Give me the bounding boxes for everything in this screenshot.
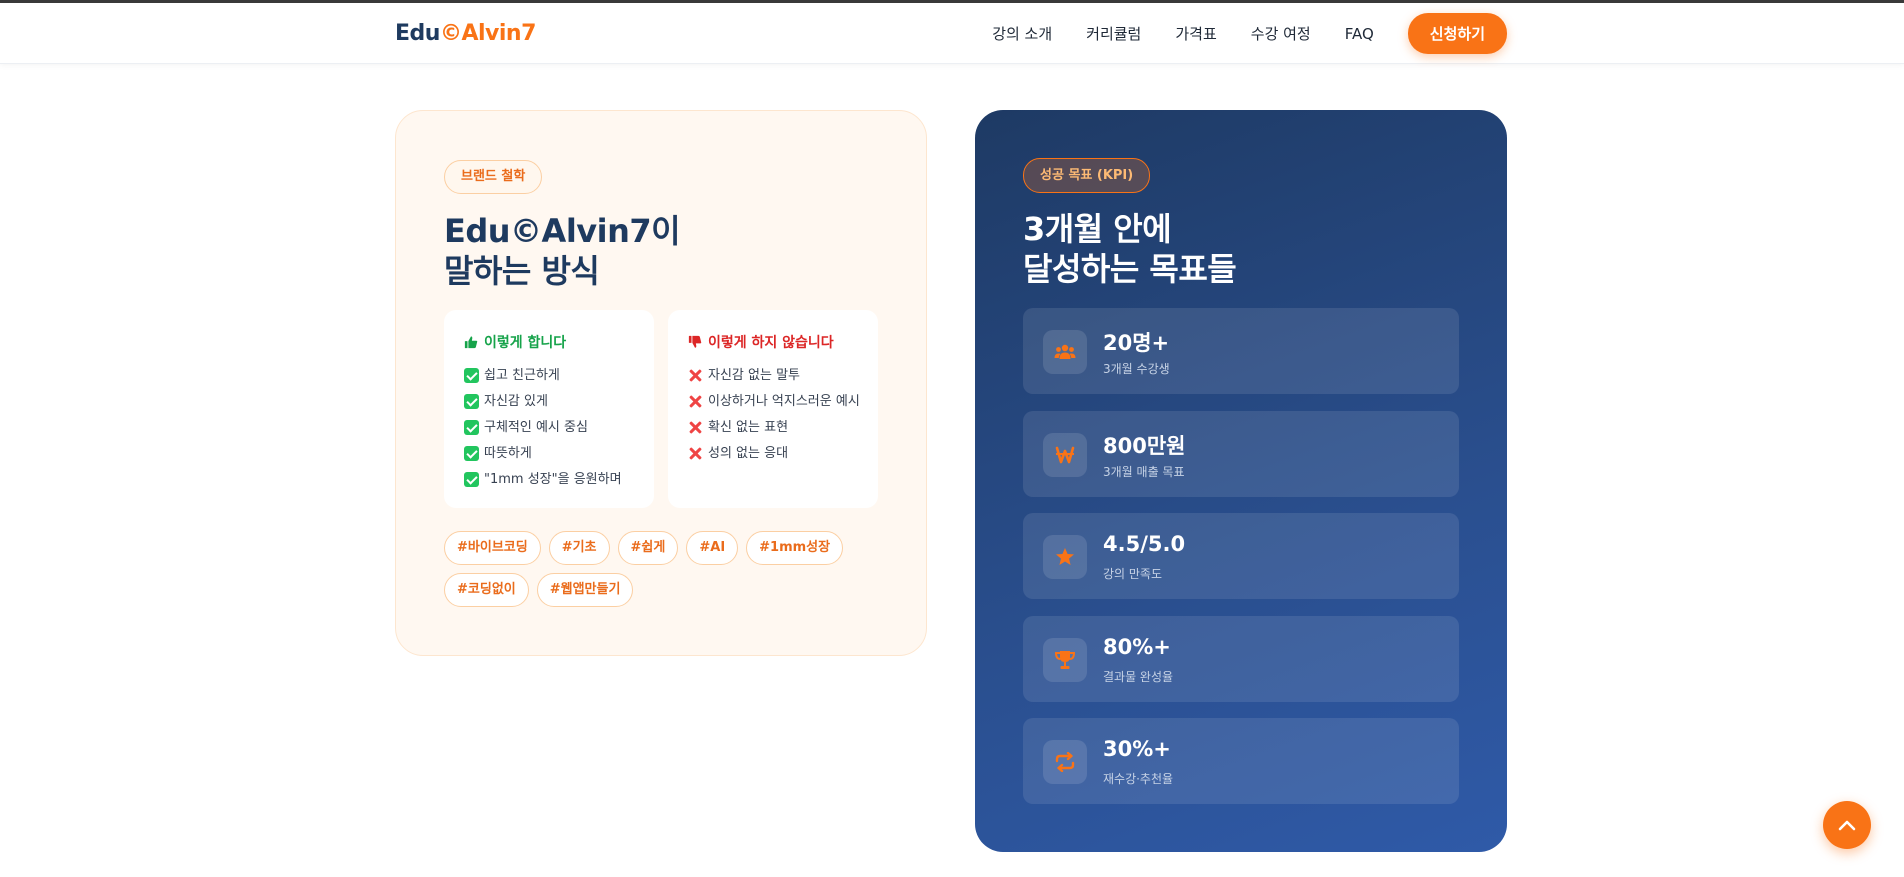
dont-item-text: 확신 없는 표현	[708, 420, 789, 435]
logo-text-edu: Edu	[395, 21, 440, 46]
star-icon	[1043, 535, 1087, 579]
hashtag[interactable]: #바이브코딩	[444, 531, 541, 565]
kpi-item-students: 20명+ 3개월 수강생	[1023, 308, 1459, 394]
scroll-to-top-button[interactable]	[1823, 801, 1871, 849]
won-icon	[1043, 433, 1087, 477]
nav-link-faq[interactable]: FAQ	[1345, 25, 1374, 43]
kpi-item-revenue: 800만원 3개월 매출 목표	[1023, 411, 1459, 497]
hashtag[interactable]: #웹앱만들기	[536, 573, 634, 607]
dont-item: 이상하거나 억지스러운 예시	[688, 393, 866, 410]
thumbs-up-icon	[464, 336, 478, 349]
dont-item-text: 이상하거나 억지스러운 예시	[708, 394, 860, 409]
dont-item-text: 자신감 없는 말투	[708, 368, 800, 383]
do-item: 자신감 있게	[464, 393, 642, 410]
do-box: 이렇게 합니다 쉽고 친근하게 자신감 있게 구체적인 예시 중심 따뜻하게 "…	[444, 310, 654, 508]
do-item: 구체적인 예시 중심	[464, 419, 642, 436]
check-icon	[464, 394, 479, 409]
users-icon	[1043, 330, 1087, 374]
brand-badge: 브랜드 철학	[444, 160, 543, 194]
brand-title-line1: Edu©Alvin7이	[444, 212, 681, 250]
thumbs-down-icon	[688, 335, 702, 348]
do-item-text: "1mm 성장"을 응원하며	[484, 472, 622, 487]
nav-link-intro[interactable]: 강의 소개	[992, 23, 1052, 44]
dont-item: 성의 없는 응대	[688, 445, 866, 462]
logo[interactable]: Edu©Alvin7	[395, 21, 536, 46]
kpi-value: 20명+	[1103, 331, 1170, 355]
kpi-title-line2: 달성하는 목표들	[1023, 250, 1237, 288]
cross-icon	[688, 368, 703, 383]
do-header: 이렇게 합니다	[464, 332, 566, 352]
kpi-title: 3개월 안에 달성하는 목표들	[1023, 209, 1237, 289]
kpi-title-line1: 3개월 안에	[1023, 210, 1172, 248]
check-icon	[464, 368, 479, 383]
site-header: Edu©Alvin7 강의 소개 커리큘럼 가격표 수강 여정 FAQ 신청하기	[0, 3, 1904, 64]
brand-title: Edu©Alvin7이 말하는 방식	[444, 211, 681, 291]
check-icon	[464, 446, 479, 461]
kpi-value: 800만원	[1103, 434, 1186, 458]
dont-item: 자신감 없는 말투	[688, 367, 866, 384]
kpi-label: 3개월 매출 목표	[1103, 465, 1185, 479]
nav-link-pricing[interactable]: 가격표	[1175, 23, 1216, 44]
dont-title: 이렇게 하지 않습니다	[708, 335, 834, 351]
kpi-label: 결과물 완성율	[1103, 670, 1174, 684]
do-item: 따뜻하게	[464, 445, 642, 462]
hashtag[interactable]: #1mm성장	[746, 531, 844, 565]
dont-box: 이렇게 하지 않습니다 자신감 없는 말투 이상하거나 억지스러운 예시 확신 …	[668, 310, 878, 508]
nav-link-curriculum[interactable]: 커리큘럼	[1086, 23, 1141, 44]
chevron-up-icon	[1838, 820, 1856, 831]
do-item: 쉽고 친근하게	[464, 367, 642, 384]
hashtag[interactable]: #코딩없이	[444, 573, 529, 607]
brand-title-line2: 말하는 방식	[444, 252, 600, 290]
logo-text-alvin: ©Alvin7	[439, 21, 536, 46]
dont-list: 자신감 없는 말투 이상하거나 억지스러운 예시 확신 없는 표현 성의 없는 …	[688, 367, 866, 471]
header-inner: Edu©Alvin7 강의 소개 커리큘럼 가격표 수강 여정 FAQ 신청하기	[395, 3, 1507, 64]
do-item: "1mm 성장"을 응원하며	[464, 471, 642, 488]
do-item-text: 쉽고 친근하게	[484, 368, 560, 383]
check-icon	[464, 420, 479, 435]
hashtag[interactable]: #기초	[548, 531, 610, 565]
do-item-text: 따뜻하게	[484, 446, 532, 461]
kpi-item-completion: 80%+ 결과물 완성율	[1023, 616, 1459, 702]
kpi-value: 4.5/5.0	[1103, 532, 1186, 556]
main-nav: 강의 소개 커리큘럼 가격표 수강 여정 FAQ 신청하기	[958, 13, 1507, 54]
hashtag-list: #바이브코딩 #기초 #쉽게 #AI #1mm성장 #코딩없이 #웹앱만들기	[444, 531, 864, 615]
kpi-value: 80%+	[1103, 635, 1171, 659]
kpi-badge: 성공 목표 (KPI)	[1023, 158, 1151, 193]
apply-button[interactable]: 신청하기	[1407, 13, 1507, 54]
do-item-text: 구체적인 예시 중심	[484, 420, 588, 435]
cross-icon	[688, 394, 703, 409]
hashtag[interactable]: #AI	[686, 531, 739, 565]
kpi-card: 성공 목표 (KPI) 3개월 안에 달성하는 목표들 20명+ 3개월 수강생…	[975, 110, 1507, 852]
dont-item-text: 성의 없는 응대	[708, 446, 789, 461]
kpi-label: 재수강·추천율	[1103, 772, 1174, 786]
kpi-value: 30%+	[1103, 737, 1171, 761]
do-item-text: 자신감 있게	[484, 394, 548, 409]
trophy-icon	[1043, 638, 1087, 682]
repeat-icon	[1043, 740, 1087, 784]
brand-philosophy-card: 브랜드 철학 Edu©Alvin7이 말하는 방식 이렇게 합니다 쉽고 친근하…	[395, 110, 927, 656]
do-title: 이렇게 합니다	[484, 335, 567, 351]
kpi-label: 3개월 수강생	[1103, 362, 1170, 376]
nav-link-journey[interactable]: 수강 여정	[1251, 23, 1311, 44]
cross-icon	[688, 446, 703, 461]
cross-icon	[688, 420, 703, 435]
do-list: 쉽고 친근하게 자신감 있게 구체적인 예시 중심 따뜻하게 "1mm 성장"을…	[464, 367, 642, 497]
check-icon	[464, 472, 479, 487]
kpi-label: 강의 만족도	[1103, 567, 1163, 581]
kpi-item-retention: 30%+ 재수강·추천율	[1023, 718, 1459, 804]
kpi-item-satisfaction: 4.5/5.0 강의 만족도	[1023, 513, 1459, 599]
dont-item: 확신 없는 표현	[688, 419, 866, 436]
hashtag[interactable]: #쉽게	[617, 531, 679, 565]
dont-header: 이렇게 하지 않습니다	[688, 332, 834, 352]
